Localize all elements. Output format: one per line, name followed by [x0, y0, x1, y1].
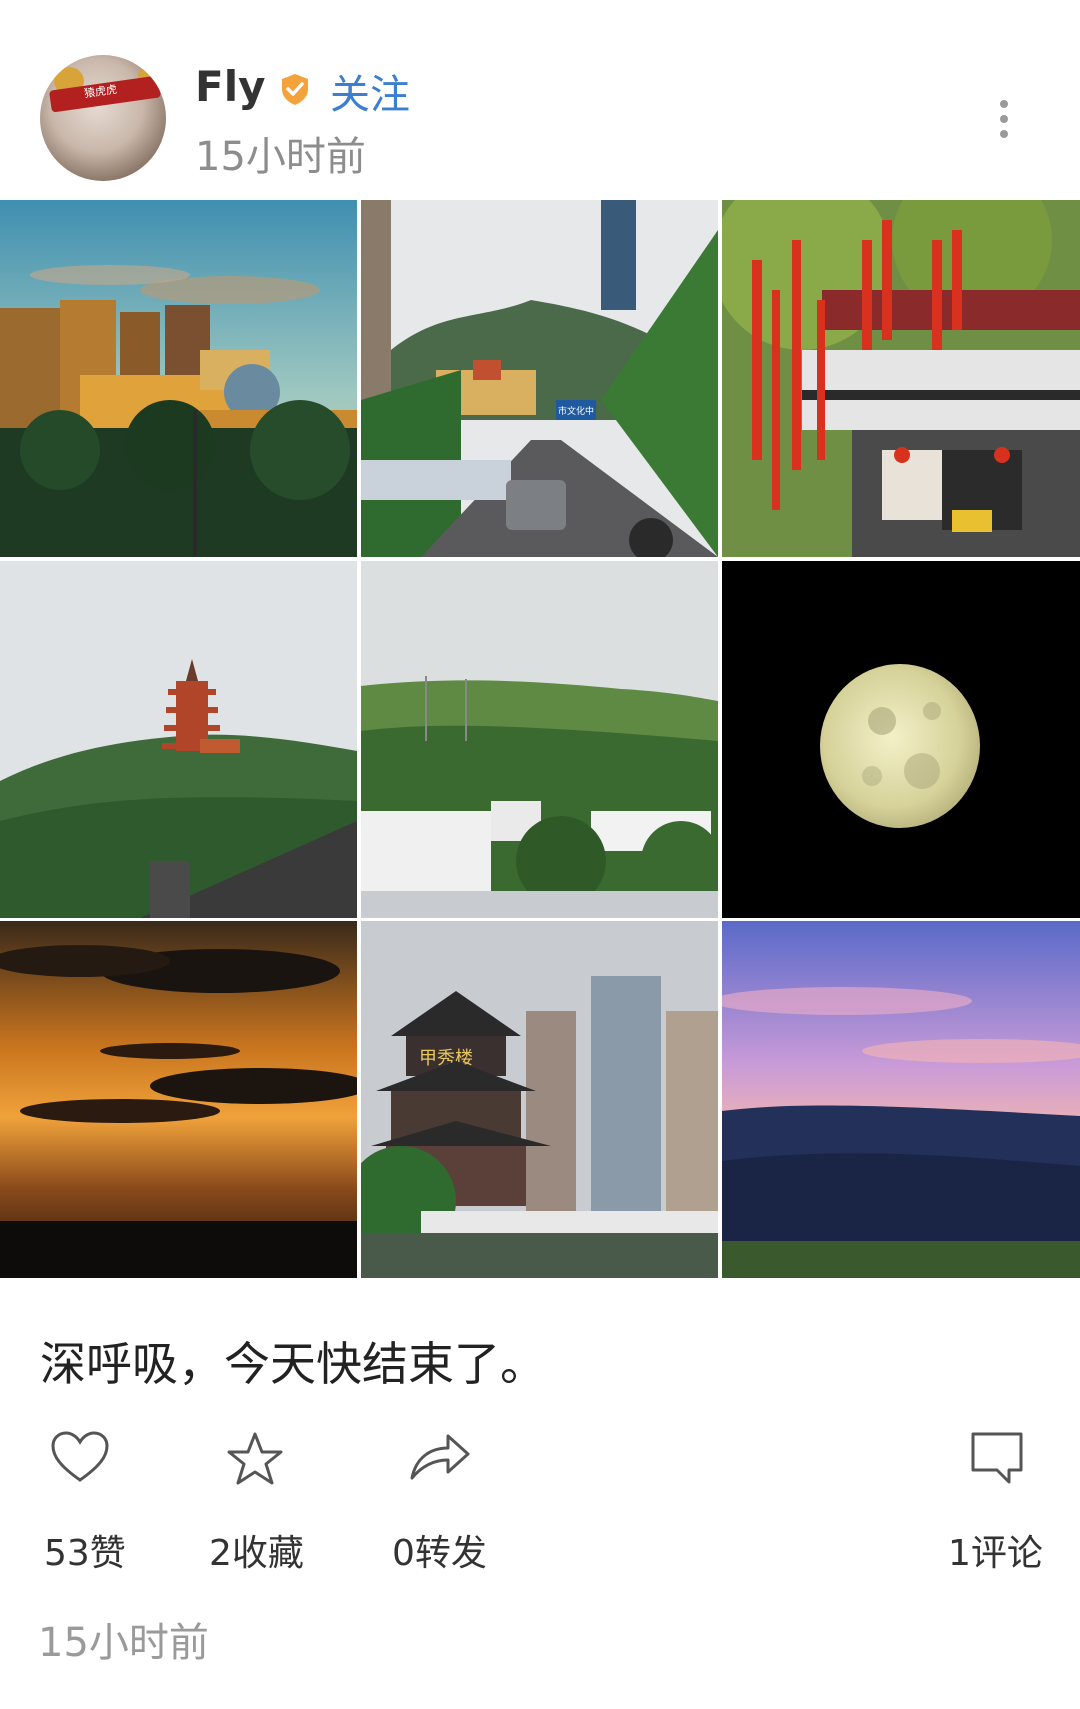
- author-name[interactable]: Fly: [195, 62, 265, 111]
- red-ribbon-temple-image: [722, 200, 1080, 557]
- photo-tile-9[interactable]: [722, 921, 1080, 1278]
- comment-bubble-icon: [971, 1432, 1023, 1484]
- photo-tile-4[interactable]: [0, 561, 357, 918]
- heart-icon: [51, 1431, 109, 1482]
- moon-image: [722, 561, 1080, 918]
- post-time: 15小时前: [195, 134, 366, 180]
- more-options-icon[interactable]: [994, 100, 1014, 140]
- pink-sky-mountains-image: [722, 921, 1080, 1278]
- photo-tile-7[interactable]: [0, 921, 357, 1278]
- post-header: 猿虎虎 Fly 关注 15小时前: [0, 0, 1080, 200]
- photo-tile-1[interactable]: [0, 200, 357, 557]
- like-count: 53赞: [44, 1533, 126, 1574]
- follow-button[interactable]: 关注: [330, 62, 410, 120]
- photo-tile-5[interactable]: [361, 561, 718, 918]
- road-sign-text: 市文化中: [558, 405, 594, 416]
- repost-button[interactable]: 0转发: [380, 1420, 540, 1590]
- jiaxiu-tower-image: 甲秀楼: [361, 921, 718, 1278]
- avatar[interactable]: 猿虎虎: [40, 55, 166, 181]
- green-hills-image: [361, 561, 718, 918]
- favorite-button[interactable]: 2收藏: [200, 1420, 360, 1590]
- comment-count: 1评论: [948, 1533, 1043, 1574]
- photo-tile-3[interactable]: [722, 200, 1080, 557]
- post-caption: 深呼吸，今天快结束了。: [40, 1337, 546, 1391]
- like-button[interactable]: 53赞: [20, 1420, 180, 1590]
- post-time-footer: 15小时前: [38, 1620, 209, 1666]
- star-icon: [227, 1432, 283, 1485]
- action-bar: 53赞 2收藏 0转发 1评论: [0, 1420, 1080, 1590]
- pagoda-hill-image: [0, 561, 357, 918]
- sunset-buildings-image: [0, 200, 357, 557]
- photo-tile-2[interactable]: 市文化中: [361, 200, 718, 557]
- verified-badge-icon: [282, 74, 308, 105]
- city-road-image: 市文化中: [361, 200, 718, 557]
- photo-tile-8[interactable]: 甲秀楼: [361, 921, 718, 1278]
- comment-button[interactable]: 1评论: [930, 1420, 1080, 1590]
- share-arrow-icon: [410, 1434, 470, 1480]
- favorite-count: 2收藏: [209, 1533, 304, 1574]
- photo-grid: 市文化中 甲秀楼: [0, 200, 1080, 1278]
- photo-tile-6[interactable]: [722, 561, 1080, 918]
- repost-count: 0转发: [392, 1533, 487, 1574]
- orange-sunset-clouds-image: [0, 921, 357, 1278]
